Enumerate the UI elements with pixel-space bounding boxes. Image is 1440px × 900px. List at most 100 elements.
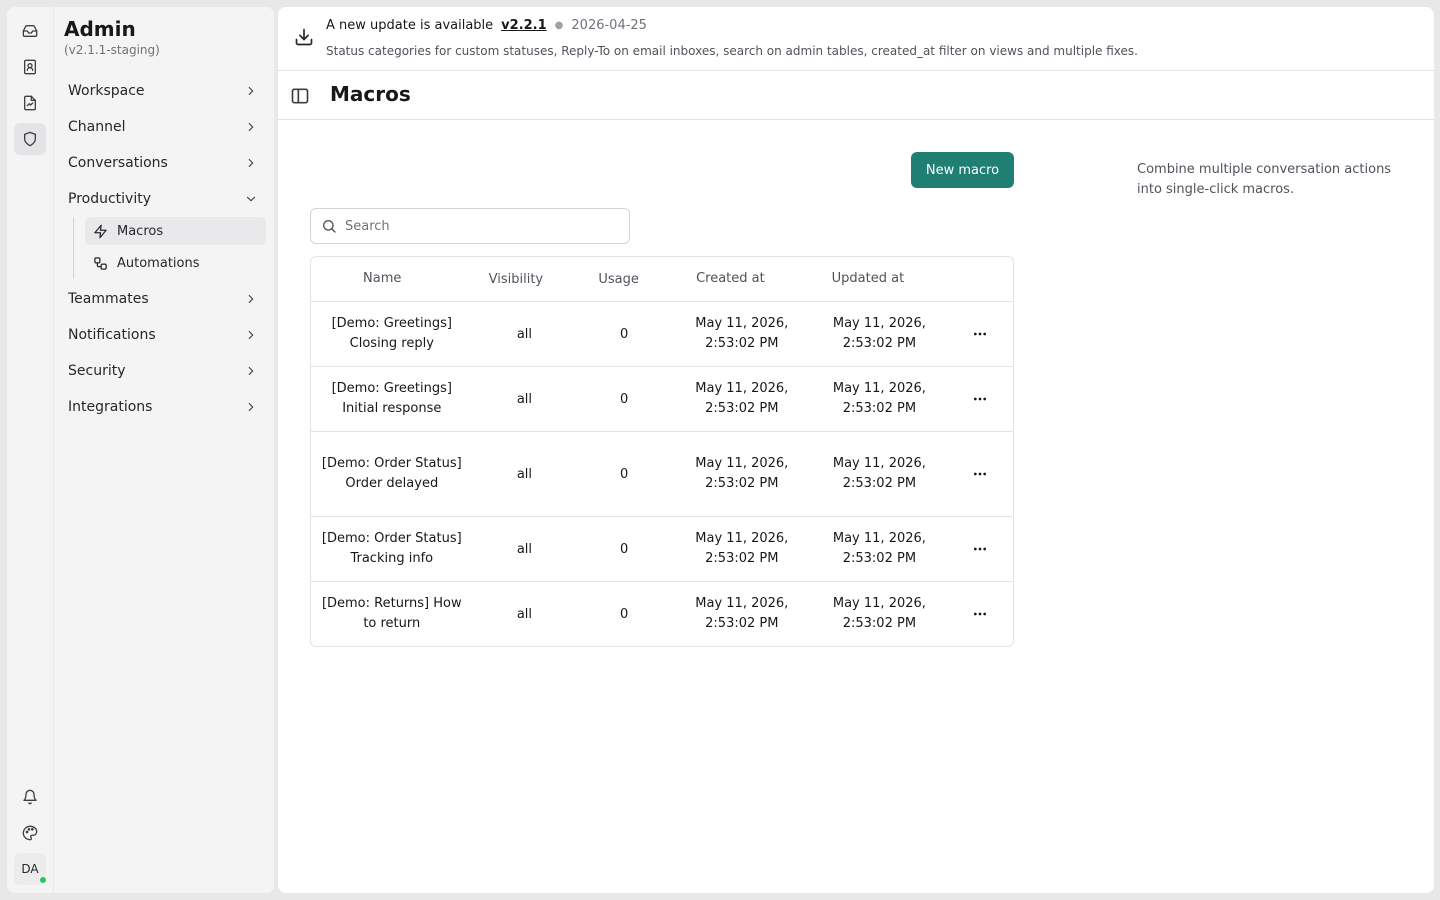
search-input[interactable] — [345, 218, 615, 234]
update-message: A new update is available — [326, 18, 494, 33]
cell-created: May 11, 2026, 2:53:02 PM — [695, 596, 789, 631]
sidebar-item-label: Productivity — [68, 191, 151, 207]
column-header-visibility[interactable]: Visibility — [473, 272, 577, 287]
cell-usage: 0 — [620, 466, 629, 482]
cell-visibility: all — [516, 326, 533, 342]
avatar[interactable]: DA — [14, 853, 47, 885]
cell-visibility: all — [516, 541, 533, 557]
sidebar-item-label: Workspace — [68, 83, 145, 99]
sidebar-item-label: Channel — [68, 119, 126, 135]
cell-visibility: all — [516, 391, 533, 407]
update-version-link[interactable]: v2.2.1 — [501, 18, 547, 33]
subnav-guide-line — [73, 217, 74, 279]
sidebar-item-notifications[interactable]: Notifications — [60, 319, 266, 351]
new-macro-button[interactable]: New macro — [911, 152, 1014, 188]
chevron-right-icon — [248, 366, 254, 376]
download-icon — [295, 28, 313, 46]
sidebar-subitem-macros[interactable]: Macros — [85, 217, 266, 245]
chevron-right-icon — [248, 294, 254, 304]
column-header-usage[interactable]: Usage — [576, 272, 672, 287]
sidebar-subitem-label: Macros — [117, 223, 164, 239]
cell-usage: 0 — [620, 541, 629, 557]
chevron-right-icon — [248, 86, 254, 96]
sidebar-item-conversations[interactable]: Conversations — [60, 147, 266, 179]
sidebar-item-label: Teammates — [68, 291, 149, 307]
table-row[interactable]: [Demo: Greetings] Initial response all 0… — [311, 367, 1013, 432]
cell-created: May 11, 2026, 2:53:02 PM — [695, 531, 789, 566]
more-actions-icon[interactable] — [968, 322, 992, 346]
contacts-icon[interactable] — [14, 51, 46, 83]
table-row[interactable]: [Demo: Order Status] Tracking info all 0… — [311, 517, 1013, 582]
avatar-initials: DA — [21, 862, 39, 876]
admin-sidebar: Admin (v2.1.1-staging) Workspace Channel… — [54, 7, 274, 893]
macros-table: Name Visibility Usage Created at Updated… — [310, 256, 1014, 647]
sidebar-item-productivity[interactable]: Productivity — [60, 183, 266, 215]
cell-updated: May 11, 2026, 2:53:02 PM — [832, 381, 926, 416]
cell-usage: 0 — [620, 391, 629, 407]
sidebar-item-label: Notifications — [68, 327, 156, 343]
page-header: Macros — [278, 71, 1434, 120]
cell-updated: May 11, 2026, 2:53:02 PM — [832, 456, 926, 491]
chevron-right-icon — [248, 330, 254, 340]
update-date: 2026-04-25 — [571, 18, 647, 33]
online-status-dot — [39, 876, 47, 884]
sidebar-item-label: Integrations — [68, 399, 153, 415]
column-header-name[interactable]: Name — [311, 269, 473, 289]
table-row[interactable]: [Demo: Order Status] Order delayed all 0… — [311, 432, 1013, 517]
search-icon — [323, 220, 336, 233]
sidebar-item-teammates[interactable]: Teammates — [60, 283, 266, 315]
cell-visibility: all — [516, 466, 533, 482]
admin-title: Admin — [64, 17, 136, 41]
sidebar-item-security[interactable]: Security — [60, 355, 266, 387]
chevron-right-icon — [248, 402, 254, 412]
chevron-down-icon — [246, 196, 256, 202]
table-row[interactable]: [Demo: Returns] How to return all 0 May … — [311, 582, 1013, 646]
cell-name: [Demo: Returns] How to return — [321, 596, 462, 631]
cell-name: [Demo: Greetings] Initial response — [331, 381, 452, 416]
cell-name: [Demo: Greetings] Closing reply — [331, 316, 452, 351]
sidebar-item-channel[interactable]: Channel — [60, 111, 266, 143]
admin-shield-icon[interactable] — [14, 123, 46, 155]
column-header-updated[interactable]: Updated at — [812, 269, 948, 289]
more-actions-icon[interactable] — [968, 387, 992, 411]
update-details: Status categories for custom statuses, R… — [326, 44, 1138, 58]
main-content: A new update is available v2.2.1 ● 2026-… — [278, 7, 1434, 893]
cell-updated: May 11, 2026, 2:53:02 PM — [832, 596, 926, 631]
sidebar-subitem-automations[interactable]: Automations — [85, 249, 266, 277]
cell-created: May 11, 2026, 2:53:02 PM — [695, 316, 789, 351]
palette-icon[interactable] — [14, 817, 46, 849]
table-header: Name Visibility Usage Created at Updated… — [311, 257, 1013, 302]
help-text: Combine multiple conversation actions in… — [1137, 162, 1392, 197]
cell-visibility: all — [516, 606, 533, 622]
more-actions-icon[interactable] — [968, 462, 992, 486]
column-header-created[interactable]: Created at — [672, 269, 812, 289]
chevron-right-icon — [248, 158, 254, 168]
cell-usage: 0 — [620, 326, 629, 342]
cell-name: [Demo: Order Status] Tracking info — [321, 531, 462, 566]
update-banner: A new update is available v2.2.1 ● 2026-… — [278, 7, 1434, 71]
separator-dot: ● — [554, 20, 564, 31]
chevron-right-icon — [248, 122, 254, 132]
inbox-icon[interactable] — [14, 15, 46, 47]
cell-updated: May 11, 2026, 2:53:02 PM — [832, 531, 926, 566]
sidebar-item-integrations[interactable]: Integrations — [60, 391, 266, 423]
workflow-icon — [94, 256, 107, 270]
table-row[interactable]: [Demo: Greetings] Closing reply all 0 Ma… — [311, 302, 1013, 367]
cell-name: [Demo: Order Status] Order delayed — [321, 456, 462, 491]
more-actions-icon[interactable] — [968, 537, 992, 561]
icon-rail: DA — [7, 7, 53, 893]
cell-created: May 11, 2026, 2:53:02 PM — [695, 381, 789, 416]
sidebar-toggle-icon[interactable] — [290, 86, 310, 106]
search-box — [310, 208, 630, 244]
sidebar-item-label: Conversations — [68, 155, 168, 171]
page-title: Macros — [330, 82, 411, 106]
sidebar-item-label: Security — [68, 363, 126, 379]
more-actions-icon[interactable] — [968, 602, 992, 626]
reports-icon[interactable] — [14, 87, 46, 119]
cell-updated: May 11, 2026, 2:53:02 PM — [832, 316, 926, 351]
admin-version: (v2.1.1-staging) — [64, 43, 160, 57]
cell-usage: 0 — [620, 606, 629, 622]
sidebar-item-workspace[interactable]: Workspace — [60, 75, 266, 107]
cell-created: May 11, 2026, 2:53:02 PM — [695, 456, 789, 491]
bell-icon[interactable] — [14, 781, 46, 813]
